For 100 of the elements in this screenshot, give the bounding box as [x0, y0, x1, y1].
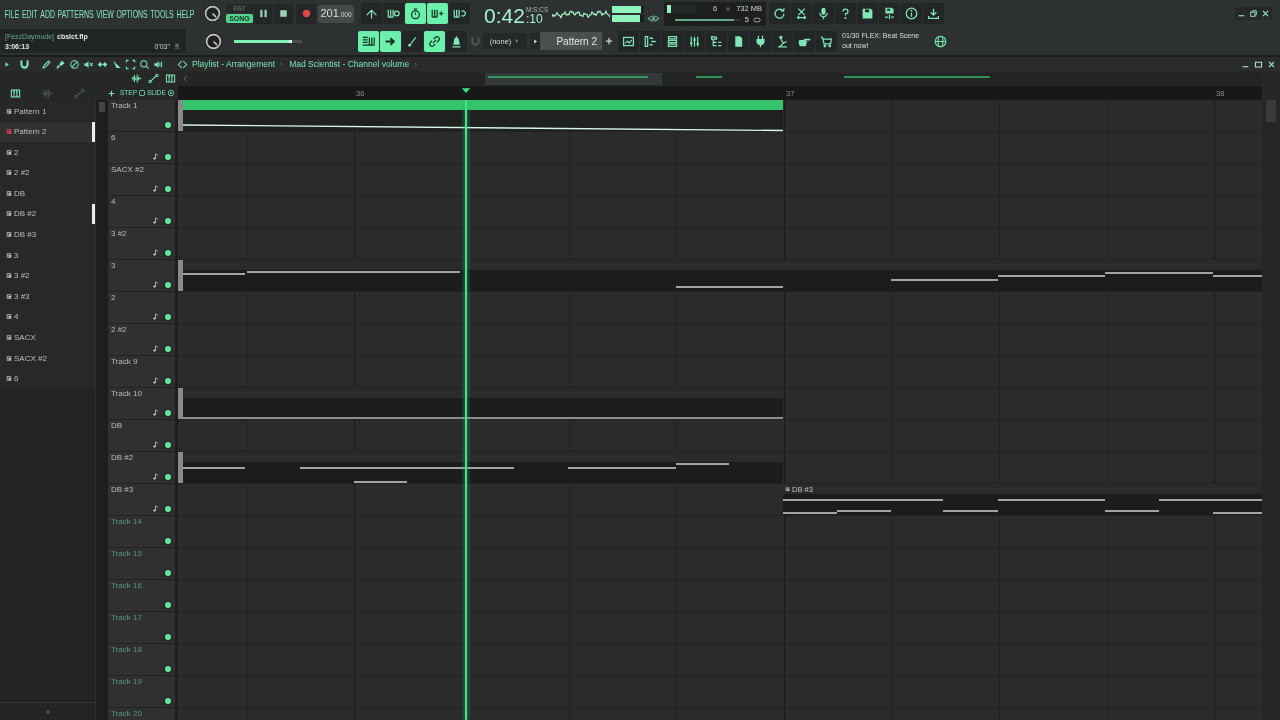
- track-led[interactable]: [165, 377, 171, 384]
- restore-icon[interactable]: [1249, 9, 1258, 18]
- menu-item[interactable]: EDIT: [21, 7, 38, 20]
- track-led[interactable]: [165, 345, 171, 352]
- mute-icon[interactable]: [83, 58, 94, 70]
- pattern-item[interactable]: 3 #3: [0, 286, 95, 307]
- track-header[interactable]: Track 9: [108, 356, 175, 388]
- rows-button[interactable]: [662, 30, 683, 52]
- save-button[interactable]: [857, 3, 878, 24]
- pattern-item[interactable]: SACX #2: [0, 348, 95, 369]
- pattern-item[interactable]: 6: [0, 368, 95, 389]
- scrollbar-thumb[interactable]: [99, 102, 105, 112]
- pattern-item[interactable]: DB #2: [0, 203, 95, 224]
- pattern-clip[interactable]: [178, 260, 1262, 291]
- menu-item[interactable]: TOOLS: [150, 7, 174, 20]
- maximize-icon[interactable]: [1254, 59, 1263, 69]
- track-led[interactable]: [165, 601, 171, 608]
- faders-button[interactable]: [684, 30, 705, 52]
- zoom-icon[interactable]: [139, 58, 150, 70]
- close-icon[interactable]: [1261, 9, 1270, 18]
- track-header[interactable]: Track 19: [108, 676, 175, 708]
- automation-clip[interactable]: [178, 388, 783, 419]
- arrangement-overview[interactable]: [192, 72, 1262, 85]
- menu-item[interactable]: VIEW: [96, 7, 114, 20]
- pattern-selector[interactable]: Pattern 2: [540, 32, 602, 50]
- track-led[interactable]: [165, 249, 171, 256]
- pattern-clip[interactable]: [178, 452, 783, 483]
- track-led[interactable]: [165, 569, 171, 576]
- track-led[interactable]: [165, 473, 171, 480]
- pattern-item[interactable]: 2 #2: [0, 162, 95, 183]
- refresh-button[interactable]: [769, 3, 790, 24]
- pointing-hand-button[interactable]: [794, 30, 815, 52]
- download-button[interactable]: [923, 3, 944, 24]
- keys-grid-button[interactable]: [358, 30, 379, 52]
- menu-item[interactable]: FILE: [4, 7, 20, 20]
- pattern-item[interactable]: SACX: [0, 327, 95, 348]
- track-header[interactable]: 4: [108, 196, 175, 228]
- magnet-icon[interactable]: [19, 58, 30, 70]
- track-led[interactable]: [165, 153, 171, 160]
- track-header[interactable]: Track 14: [108, 516, 175, 548]
- track-header[interactable]: Track 17: [108, 612, 175, 644]
- close-icon[interactable]: [1267, 59, 1276, 69]
- bell-button[interactable]: [446, 30, 467, 52]
- arrow-right-button[interactable]: [380, 30, 401, 52]
- link-button[interactable]: [424, 30, 445, 52]
- track-header[interactable]: 2: [108, 292, 175, 324]
- save-split-button[interactable]: [879, 3, 900, 24]
- globe-icon[interactable]: [934, 34, 947, 48]
- track-led[interactable]: [165, 313, 171, 320]
- track-header[interactable]: DB: [108, 420, 175, 452]
- pattern-play-button[interactable]: [530, 33, 540, 49]
- keys-clock-button[interactable]: [383, 3, 404, 24]
- track-led[interactable]: [165, 505, 171, 512]
- pattern-item[interactable]: DB #3: [0, 224, 95, 245]
- menu-item[interactable]: HELP: [176, 7, 195, 20]
- breadcrumb[interactable]: Mad Scientist - Channel volume: [289, 59, 410, 69]
- track-header[interactable]: SACX #2: [108, 164, 175, 196]
- track-header[interactable]: 6: [108, 132, 175, 164]
- track-header[interactable]: Track 16: [108, 580, 175, 612]
- track-led[interactable]: [165, 409, 171, 416]
- pattern-item[interactable]: 3 #2: [0, 265, 95, 286]
- cross-arrows-button[interactable]: [791, 3, 812, 24]
- node-line-button[interactable]: [71, 87, 88, 99]
- menu-item[interactable]: PATTERNS: [57, 7, 94, 20]
- track-header[interactable]: Track 18: [108, 644, 175, 676]
- up-arrow-button[interactable]: [361, 3, 382, 24]
- waveform-icon[interactable]: [131, 73, 142, 84]
- track-header[interactable]: 3: [108, 260, 175, 292]
- help-button[interactable]: [835, 3, 856, 24]
- keys-plus-button[interactable]: [427, 3, 448, 24]
- track-led[interactable]: [165, 185, 171, 192]
- line-chart-button[interactable]: [618, 30, 639, 52]
- pattern-item[interactable]: 4: [0, 306, 95, 327]
- pen-button[interactable]: [402, 30, 423, 52]
- knob[interactable]: [205, 32, 222, 50]
- track-led[interactable]: [165, 665, 171, 672]
- note-bars-button[interactable]: [640, 30, 661, 52]
- play-pause-button[interactable]: [254, 3, 273, 24]
- info-button[interactable]: [901, 3, 922, 24]
- angle-brackets-icon[interactable]: [177, 58, 188, 70]
- pattern-item[interactable]: DB: [0, 183, 95, 204]
- pencil-icon[interactable]: [41, 58, 52, 70]
- record-button[interactable]: [296, 3, 316, 24]
- document-button[interactable]: [728, 30, 749, 52]
- menu-item[interactable]: ADD: [40, 7, 55, 20]
- piano-keys-icon[interactable]: [165, 73, 176, 84]
- stop-button[interactable]: [274, 3, 293, 24]
- track-led[interactable]: [165, 281, 171, 288]
- time-display[interactable]: 0:42: [484, 4, 525, 26]
- knob[interactable]: [204, 5, 221, 22]
- stick-figure-button[interactable]: [772, 30, 793, 52]
- menu-item[interactable]: OPTIONS: [116, 7, 148, 20]
- corner-brackets-icon[interactable]: [125, 58, 136, 70]
- ring-icon[interactable]: [166, 89, 175, 97]
- brush-icon[interactable]: [55, 58, 66, 70]
- track-header[interactable]: DB #2: [108, 452, 175, 484]
- track-header[interactable]: Track 10: [108, 388, 175, 420]
- track-led[interactable]: [165, 537, 171, 544]
- track-header[interactable]: Track 15: [108, 548, 175, 580]
- prohibited-icon[interactable]: [69, 58, 80, 70]
